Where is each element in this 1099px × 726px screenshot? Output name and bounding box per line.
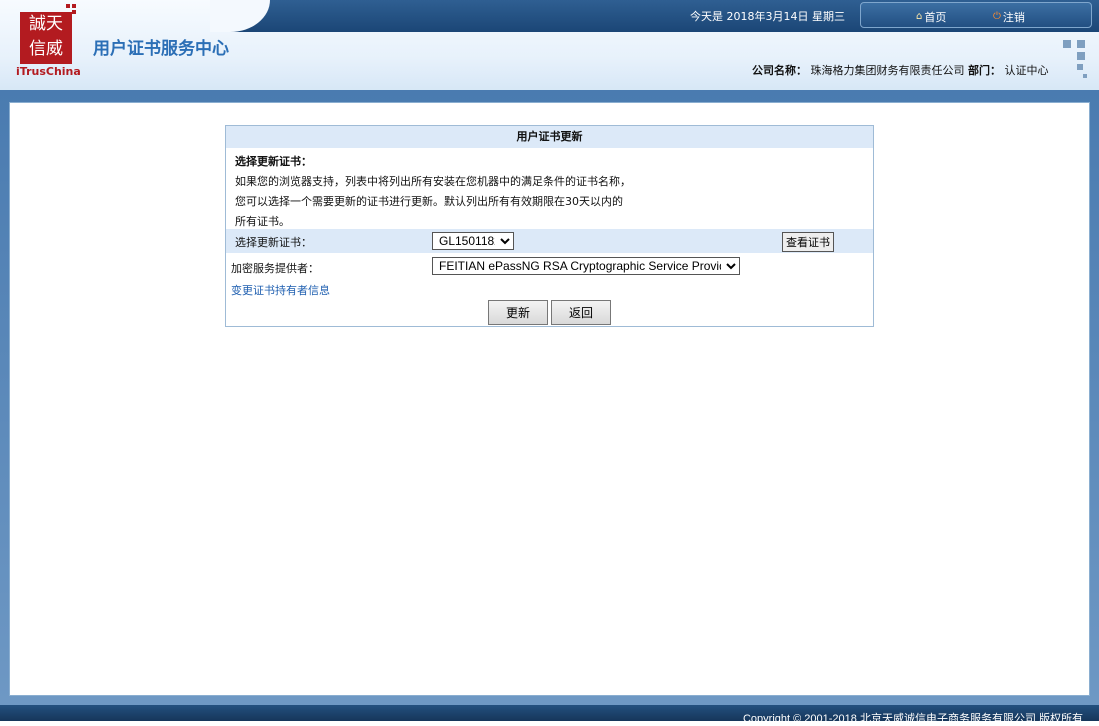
logo-char: 誠 [29, 14, 46, 34]
home-icon: ⌂ [916, 11, 923, 22]
logo-char: 天 [46, 14, 63, 34]
change-holder-info-link[interactable]: 变更证书持有者信息 [231, 282, 330, 298]
copyright-text: Copyright © 2001-2018 北京天威诚信电子商务服务有限公司 版… [742, 713, 1083, 725]
update-button[interactable]: 更新 [488, 300, 548, 325]
company-name: 珠海格力集团财务有限责任公司 [810, 64, 965, 77]
certificate-select-label: 选择更新证书： [235, 236, 312, 249]
home-link-label: 首页 [924, 11, 947, 24]
footer: Copyright © 2001-2018 北京天威诚信电子商务服务有限公司 版… [0, 705, 1099, 725]
company-info: 公司名称： 珠海格力集团财务有限责任公司 部门： 认证中心 [752, 62, 1049, 78]
home-link[interactable]: ⌂ 首页 [916, 9, 946, 25]
department-label: 部门： [968, 64, 1001, 77]
description: 选择更新证书： 如果您的浏览器支持，列表中将列出所有安装在您机器中的满足条件的证… [226, 148, 873, 232]
back-button[interactable]: 返回 [551, 300, 611, 325]
csp-select-label: 加密服务提供者： [231, 262, 319, 275]
description-heading: 选择更新证书： [235, 155, 312, 168]
department-name: 认证中心 [1004, 64, 1049, 77]
certificate-update-panel: 用户证书更新 选择更新证书： 如果您的浏览器支持，列表中将列出所有安装在您机器中… [225, 125, 874, 327]
logout-link[interactable]: ⏻ 注销 [993, 9, 1025, 25]
logo-mark: 誠天 信威 [20, 12, 72, 64]
certificate-select[interactable]: GL1501182 [432, 232, 514, 250]
logo-text: iTrusChina [16, 65, 81, 78]
top-nav: ⌂ 首页 ⏻ 注销 [860, 2, 1092, 28]
header: 誠天 信威 iTrusChina 用户证书服务中心 今天是 2018年3月14日… [0, 0, 1099, 98]
decorative-blocks [1063, 40, 1089, 80]
panel-title: 用户证书更新 [226, 126, 873, 148]
itruschina-logo: 誠天 信威 iTrusChina [12, 4, 81, 80]
description-line: 您可以选择一个需要更新的证书进行更新。默认列出所有有效期限在30天以内的 [235, 195, 623, 208]
logo-char: 威 [46, 39, 63, 59]
csp-select[interactable]: FEITIAN ePassNG RSA Cryptographic Servic… [432, 257, 740, 275]
site-title: 用户证书服务中心 [93, 39, 229, 59]
company-label: 公司名称： [752, 64, 807, 77]
description-line: 如果您的浏览器支持，列表中将列出所有安装在您机器中的满足条件的证书名称， [235, 175, 631, 188]
logout-link-label: 注销 [1002, 11, 1025, 24]
certificate-row: 选择更新证书： GL1501182 查看证书 [226, 229, 873, 253]
logo-char: 信 [29, 39, 46, 59]
power-icon: ⏻ [993, 11, 1001, 22]
csp-row: 加密服务提供者： FEITIAN ePassNG RSA Cryptograph… [226, 255, 873, 279]
current-date: 今天是 2018年3月14日 星期三 [690, 10, 845, 23]
view-certificate-button[interactable]: 查看证书 [782, 232, 834, 252]
